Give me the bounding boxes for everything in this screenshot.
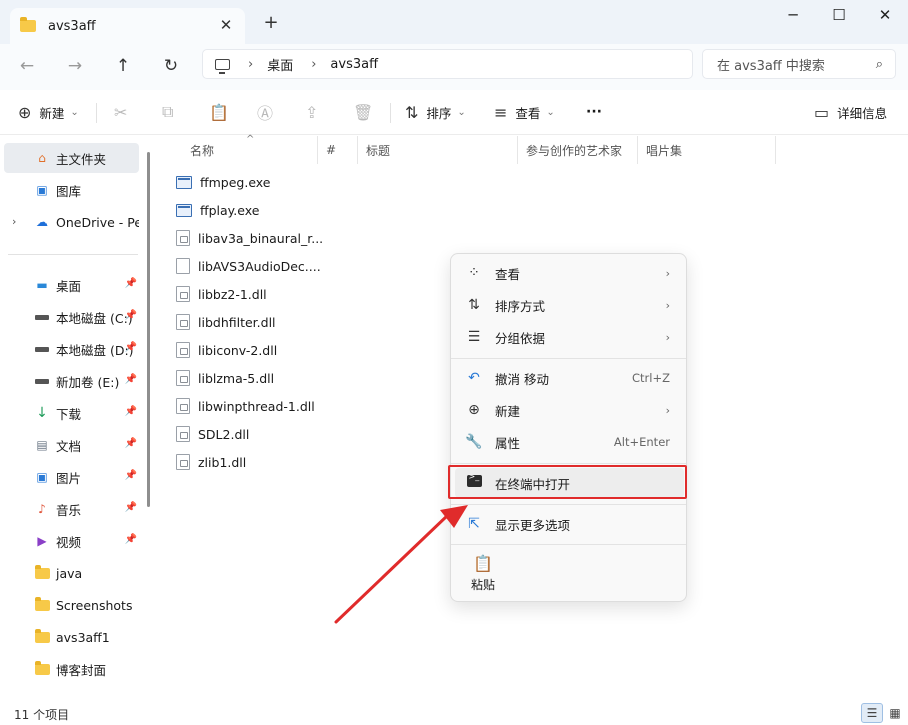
item-count: 11 个项目 [14,707,70,722]
annotation-arrow [334,505,468,624]
tiles-view-button[interactable]: ▦ [884,703,906,723]
details-view-button[interactable]: ☰ [861,703,883,723]
status-bar: 11 个项目 [0,703,908,725]
